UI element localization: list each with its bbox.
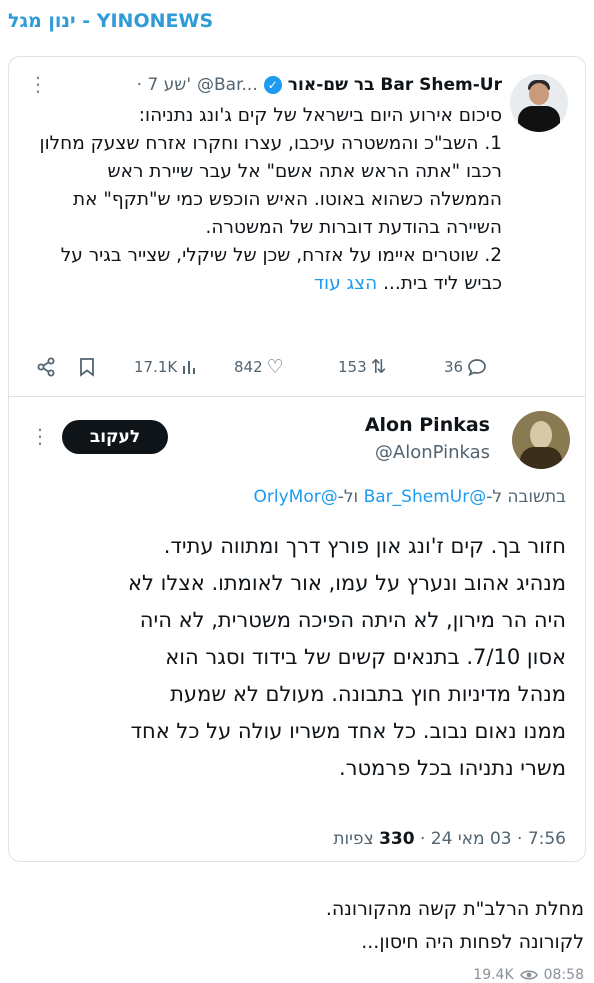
post-line: מחלת הרלב"ת קשה מהקורונה.: [325, 898, 584, 920]
quoted-author-avatar[interactable]: [510, 74, 568, 132]
quoted-line: סיכום אירוע היום בישראל של קים ג'ונג נתנ…: [138, 105, 502, 126]
post-text: מחלת הרלב"ת קשה מהקורונה. לקורונה לפחות …: [14, 893, 584, 959]
tweet-line: היה הר מירון, לא היתה הפיכה משטרית, לא ה…: [139, 608, 566, 632]
tweet-views-count: 330: [379, 829, 415, 849]
follow-button[interactable]: לעקוב: [62, 420, 168, 454]
author-avatar[interactable]: [512, 411, 570, 469]
quoted-tweet-time: · 7 שע': [136, 75, 192, 95]
share-button[interactable]: [36, 357, 56, 377]
quoted-line: 1. השב"כ והמשטרה עיכבו, עצרו וחקרו אזרח …: [39, 133, 502, 238]
more-icon[interactable]: ⋮: [28, 72, 48, 96]
like-button[interactable]: 842 ♡: [234, 356, 284, 378]
author-handle[interactable]: @AlonPinkas: [375, 442, 490, 463]
tweet-divider: [8, 396, 586, 397]
retweets-count: 153: [338, 358, 367, 376]
show-more-link[interactable]: הצג עוד: [314, 273, 377, 294]
tweet-line: מנהל מדיניות חוץ בתבונה. מעולם לא שמעת: [170, 682, 566, 706]
views-count: 17.1K: [134, 358, 178, 376]
quoted-line: 2. שוטרים איימו על אזרח, שכן של שיקלי, ש…: [32, 242, 502, 298]
eye-icon: [519, 970, 538, 980]
tweet-line: משרי נתניהו בכל פרמטר.: [338, 756, 566, 780]
analytics-icon: [183, 361, 196, 374]
reply-conjunction: ול-: [337, 487, 364, 507]
tweet-line: חזור בך. קים ז'ונג און פורץ דרך ומתווה ע…: [163, 534, 566, 558]
post-line: לקורונה לפחות היה חיסון...: [361, 931, 584, 953]
bookmark-icon: [80, 358, 94, 377]
share-icon: [37, 357, 55, 377]
tweet-time[interactable]: 7:56: [528, 829, 566, 849]
reply-icon: [468, 359, 486, 377]
quoted-tweet-body: סיכום אירוע היום בישראל של קים ג'ונג נתנ…: [32, 102, 502, 298]
views-stat[interactable]: 17.1K: [134, 358, 199, 376]
quoted-author-name[interactable]: בר שם-אור Bar Shem-Ur: [288, 75, 502, 95]
author-name[interactable]: Alon Pinkas: [365, 414, 490, 436]
quoted-line-text: 2. שוטרים איימו על אזרח, שכן של שיקלי, ש…: [60, 245, 502, 294]
post-views: 19.4K: [473, 967, 514, 983]
mention-link[interactable]: @Bar_ShemUr: [364, 487, 487, 507]
reply-to-line: בתשובה ל-@Bar_ShemUr ול-@OrlyMor: [26, 487, 566, 507]
mention-link[interactable]: @OrlyMor: [254, 487, 338, 507]
more-icon[interactable]: ⋮: [30, 424, 50, 448]
tweet-line: ממנו נאום נבוב. כל אחד משריו עולה על כל …: [130, 719, 566, 743]
tweet-views-label: צפיות: [333, 829, 374, 849]
tweet-meta: 7:56 · 03 מאי 24 · 330 צפיות: [333, 829, 566, 849]
quoted-tweet-actions: 17.1K 842 ♡ 153 ⇅ 36: [36, 352, 496, 382]
likes-count: 842: [234, 358, 263, 376]
tweet-line: מנהיג אהוב ונערץ על עמו, אור לאומתו. אצל…: [127, 571, 566, 595]
post-time: 08:58: [543, 967, 584, 983]
retweet-icon: ⇅: [370, 356, 387, 378]
replies-count: 36: [444, 358, 464, 376]
heart-icon: ♡: [266, 356, 284, 378]
tweet-line: אסון 7/10. בתנאים קשים של בידוד וסגר הוא: [165, 645, 566, 669]
reply-prefix: בתשובה ל-: [486, 487, 566, 507]
post-footer: 19.4K 08:58: [473, 967, 584, 983]
verified-badge-icon: ✓: [263, 76, 282, 94]
tweet-body: חזור בך. קים ז'ונג און פורץ דרך ומתווה ע…: [18, 528, 566, 787]
retweet-button[interactable]: 153 ⇅: [338, 356, 387, 378]
quoted-tweet-header: בר שם-אור Bar Shem-Ur ✓ @Bar... · 7 שע': [32, 75, 502, 95]
quoted-author-handle[interactable]: @Bar...: [197, 75, 258, 95]
channel-name[interactable]: YINONEWS - ינון מגל: [8, 10, 213, 32]
tweet-date[interactable]: 03 מאי 24: [431, 829, 512, 849]
bookmark-button[interactable]: [78, 357, 96, 377]
reply-button[interactable]: 36: [444, 357, 487, 377]
